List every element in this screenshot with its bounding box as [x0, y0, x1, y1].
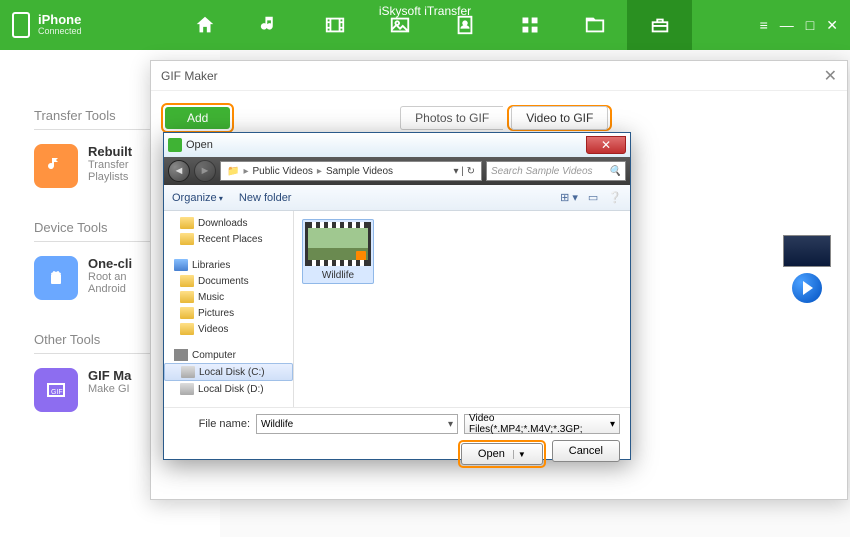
tool-name: Rebuilt [88, 144, 132, 159]
add-highlight: Add [161, 103, 234, 133]
tab-home[interactable] [172, 0, 237, 50]
app-title: iSkysoft iTransfer [379, 4, 471, 18]
tree-documents[interactable]: Documents [164, 273, 293, 289]
gif-modal-title: GIF Maker [161, 69, 218, 83]
breadcrumb[interactable]: 📁 ▸ Public Videos ▸ Sample Videos ▾ | ↻ [220, 161, 482, 181]
tree-disk-c[interactable]: Local Disk (C:) [164, 363, 293, 381]
tab-files[interactable] [562, 0, 627, 50]
maximize-button[interactable]: □ [806, 17, 814, 34]
dialog-footer: File name: Wildlife▾ Video Files(*.MP4;*… [164, 407, 630, 474]
tab-video[interactable] [302, 0, 367, 50]
tree-music[interactable]: Music [164, 289, 293, 305]
search-placeholder: Search Sample Videos [491, 166, 593, 177]
video-tab-highlight: Video to GIF [507, 105, 612, 131]
tool-name: One-cli [88, 256, 132, 271]
device-indicator: iPhone Connected [12, 12, 132, 38]
tree-disk-d[interactable]: Local Disk (D:) [164, 381, 293, 397]
device-status: Connected [38, 27, 82, 37]
file-wildlife[interactable]: Wildlife [302, 219, 374, 284]
dialog-title: Open [186, 139, 213, 151]
tree-videos[interactable]: Videos [164, 321, 293, 337]
tab-toolbox[interactable] [627, 0, 692, 50]
gif-modal-close[interactable]: ✕ [824, 66, 837, 86]
android-icon [34, 256, 78, 300]
nav-forward-button[interactable]: ► [194, 160, 216, 182]
preview-thumbnail [783, 235, 831, 267]
svg-text:GIF: GIF [51, 389, 63, 396]
cancel-button[interactable]: Cancel [552, 440, 620, 462]
filetype-filter[interactable]: Video Files(*.MP4;*.M4V;*.3GP;▾ [464, 414, 620, 434]
add-button[interactable]: Add [165, 107, 230, 129]
dialog-close-button[interactable]: ✕ [586, 136, 626, 154]
gif-icon: GIF [34, 368, 78, 412]
menu-button[interactable]: ≡ [760, 17, 768, 34]
device-name: iPhone [38, 13, 82, 27]
video-thumbnail [305, 222, 371, 266]
tab-video-to-gif[interactable]: Video to GIF [511, 106, 608, 130]
search-icon: 🔍 [609, 166, 621, 177]
filename-input[interactable]: Wildlife▾ [256, 414, 458, 434]
tool-desc: Make GI [88, 383, 131, 395]
tree-pictures[interactable]: Pictures [164, 305, 293, 321]
tool-desc2: Android [88, 283, 132, 295]
organize-menu[interactable]: Organize [172, 192, 223, 204]
nav-back-button[interactable]: ◄ [168, 160, 190, 182]
tool-desc2: Playlists [88, 171, 132, 183]
tree-computer[interactable]: Computer [164, 347, 293, 363]
tree-downloads[interactable]: Downloads [164, 215, 293, 231]
dialog-toolbar: Organize New folder ⊞ ▾ ▭ ❔ [164, 185, 630, 211]
tool-desc: Root an [88, 271, 132, 283]
tool-desc: Transfer [88, 159, 132, 171]
folder-tree: Downloads Recent Places Libraries Docume… [164, 211, 294, 407]
app-header: iPhone Connected iSkysoft iTransfer ≡ — … [0, 0, 850, 50]
tab-apps[interactable] [497, 0, 562, 50]
view-mode-button[interactable]: ⊞ ▾ [560, 191, 578, 204]
tab-photos-to-gif[interactable]: Photos to GIF [400, 106, 503, 130]
file-name-label: Wildlife [305, 270, 371, 281]
dialog-titlebar[interactable]: Open ✕ [164, 133, 630, 157]
play-button[interactable] [792, 273, 822, 303]
dialog-app-icon [168, 138, 182, 152]
path-seg-2[interactable]: Sample Videos [324, 166, 395, 177]
open-button[interactable]: Open▼ [461, 443, 543, 465]
tree-recent[interactable]: Recent Places [164, 231, 293, 247]
window-controls: ≡ — □ ✕ [760, 17, 838, 34]
path-seg-1[interactable]: Public Videos [250, 166, 314, 177]
tree-libraries[interactable]: Libraries [164, 257, 293, 273]
minimize-button[interactable]: — [780, 17, 794, 34]
tab-music[interactable] [237, 0, 302, 50]
folder-icon: 📁 [225, 166, 241, 177]
dialog-nav: ◄ ► 📁 ▸ Public Videos ▸ Sample Videos ▾ … [164, 157, 630, 185]
close-button[interactable]: ✕ [826, 17, 838, 34]
open-highlight: Open▼ [458, 440, 546, 468]
filename-label: File name: [174, 418, 250, 430]
file-pane[interactable]: Wildlife [294, 211, 630, 407]
open-file-dialog: Open ✕ ◄ ► 📁 ▸ Public Videos ▸ Sample Vi… [163, 132, 631, 460]
preview-pane-button[interactable]: ▭ [588, 191, 598, 204]
phone-icon [12, 12, 30, 38]
help-button[interactable]: ❔ [608, 191, 622, 204]
tool-name: GIF Ma [88, 368, 131, 383]
new-folder-button[interactable]: New folder [239, 192, 292, 204]
rebuild-icon [34, 144, 78, 188]
search-input[interactable]: Search Sample Videos 🔍 [486, 161, 626, 181]
